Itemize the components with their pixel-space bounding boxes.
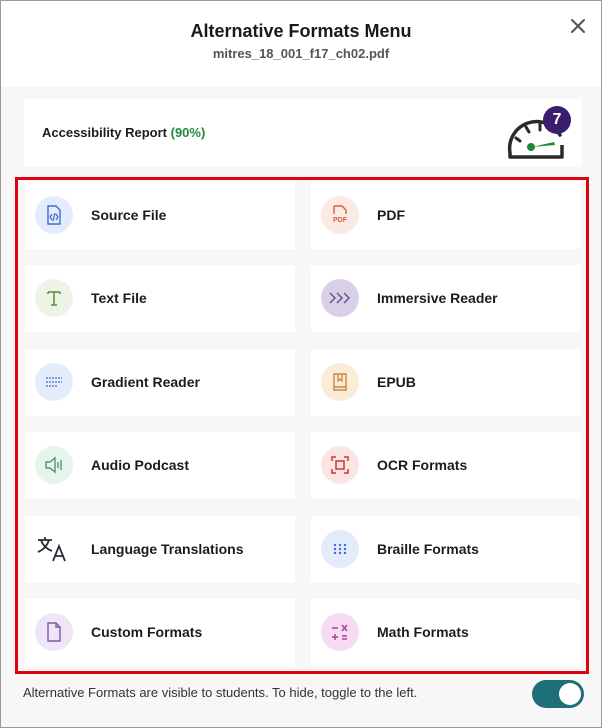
dialog-header: Alternative Formats Menu mitres_18_001_f… [1,1,601,87]
format-label: EPUB [377,374,416,390]
format-tile-source-file[interactable]: Source File [25,182,295,249]
format-tile-audio-podcast[interactable]: Audio Podcast [25,432,295,499]
toggle-knob [559,683,581,705]
format-tile-language-translations[interactable]: Language Translations [25,516,295,583]
format-label: OCR Formats [377,457,468,473]
math-symbols-icon [321,613,359,651]
close-icon[interactable] [567,15,589,37]
format-tile-text-file[interactable]: Text File [25,265,295,332]
svg-text:PDF: PDF [333,217,348,224]
text-t-icon [35,279,73,317]
format-label: Custom Formats [91,624,203,640]
gradient-lines-icon [35,363,73,401]
accessibility-report-panel[interactable]: Accessibility Report (90%) [24,99,582,167]
format-tile-ocr-formats[interactable]: OCR Formats [311,432,581,499]
format-label: Math Formats [377,624,469,640]
scan-frame-icon [321,446,359,484]
format-tile-gradient-reader[interactable]: Gradient Reader [25,349,295,416]
dialog-title: Alternative Formats Menu [190,21,412,41]
report-title: Accessibility Report [42,125,167,140]
format-tile-pdf[interactable]: PDF PDF [311,182,581,249]
accessibility-report-label: Accessibility Report (90%) [42,125,205,140]
issue-count-badge: 7 [543,106,571,134]
format-label: Braille Formats [377,541,479,557]
format-tile-epub[interactable]: EPUB [311,349,581,416]
format-tile-math-formats[interactable]: Math Formats [311,599,581,666]
visibility-hint: Alternative Formats are visible to stude… [23,685,418,700]
format-label: Audio Podcast [91,457,190,473]
format-tile-immersive-reader[interactable]: Immersive Reader [311,265,581,332]
format-label: Language Translations [91,541,244,557]
book-bookmark-icon [321,363,359,401]
file-name: mitres_18_001_f17_ch02.pdf [212,46,390,61]
code-file-icon [35,196,73,234]
pdf-file-icon: PDF [321,196,359,234]
format-label: Text File [91,290,147,306]
format-label: Immersive Reader [377,290,498,306]
format-label: Gradient Reader [91,374,200,390]
chevrons-right-icon [321,279,359,317]
format-label: Source File [91,207,167,223]
visibility-toggle[interactable] [532,680,584,708]
blank-page-icon [35,613,73,651]
braille-dots-icon [321,530,359,568]
alternative-formats-dialog: Alternative Formats Menu mitres_18_001_f… [0,0,602,728]
translate-icon [35,530,73,568]
format-tile-braille-formats[interactable]: Braille Formats [311,516,581,583]
speaker-icon [35,446,73,484]
report-score: (90%) [170,125,206,140]
format-tile-custom-formats[interactable]: Custom Formats [25,599,295,666]
format-label: PDF [377,207,405,223]
